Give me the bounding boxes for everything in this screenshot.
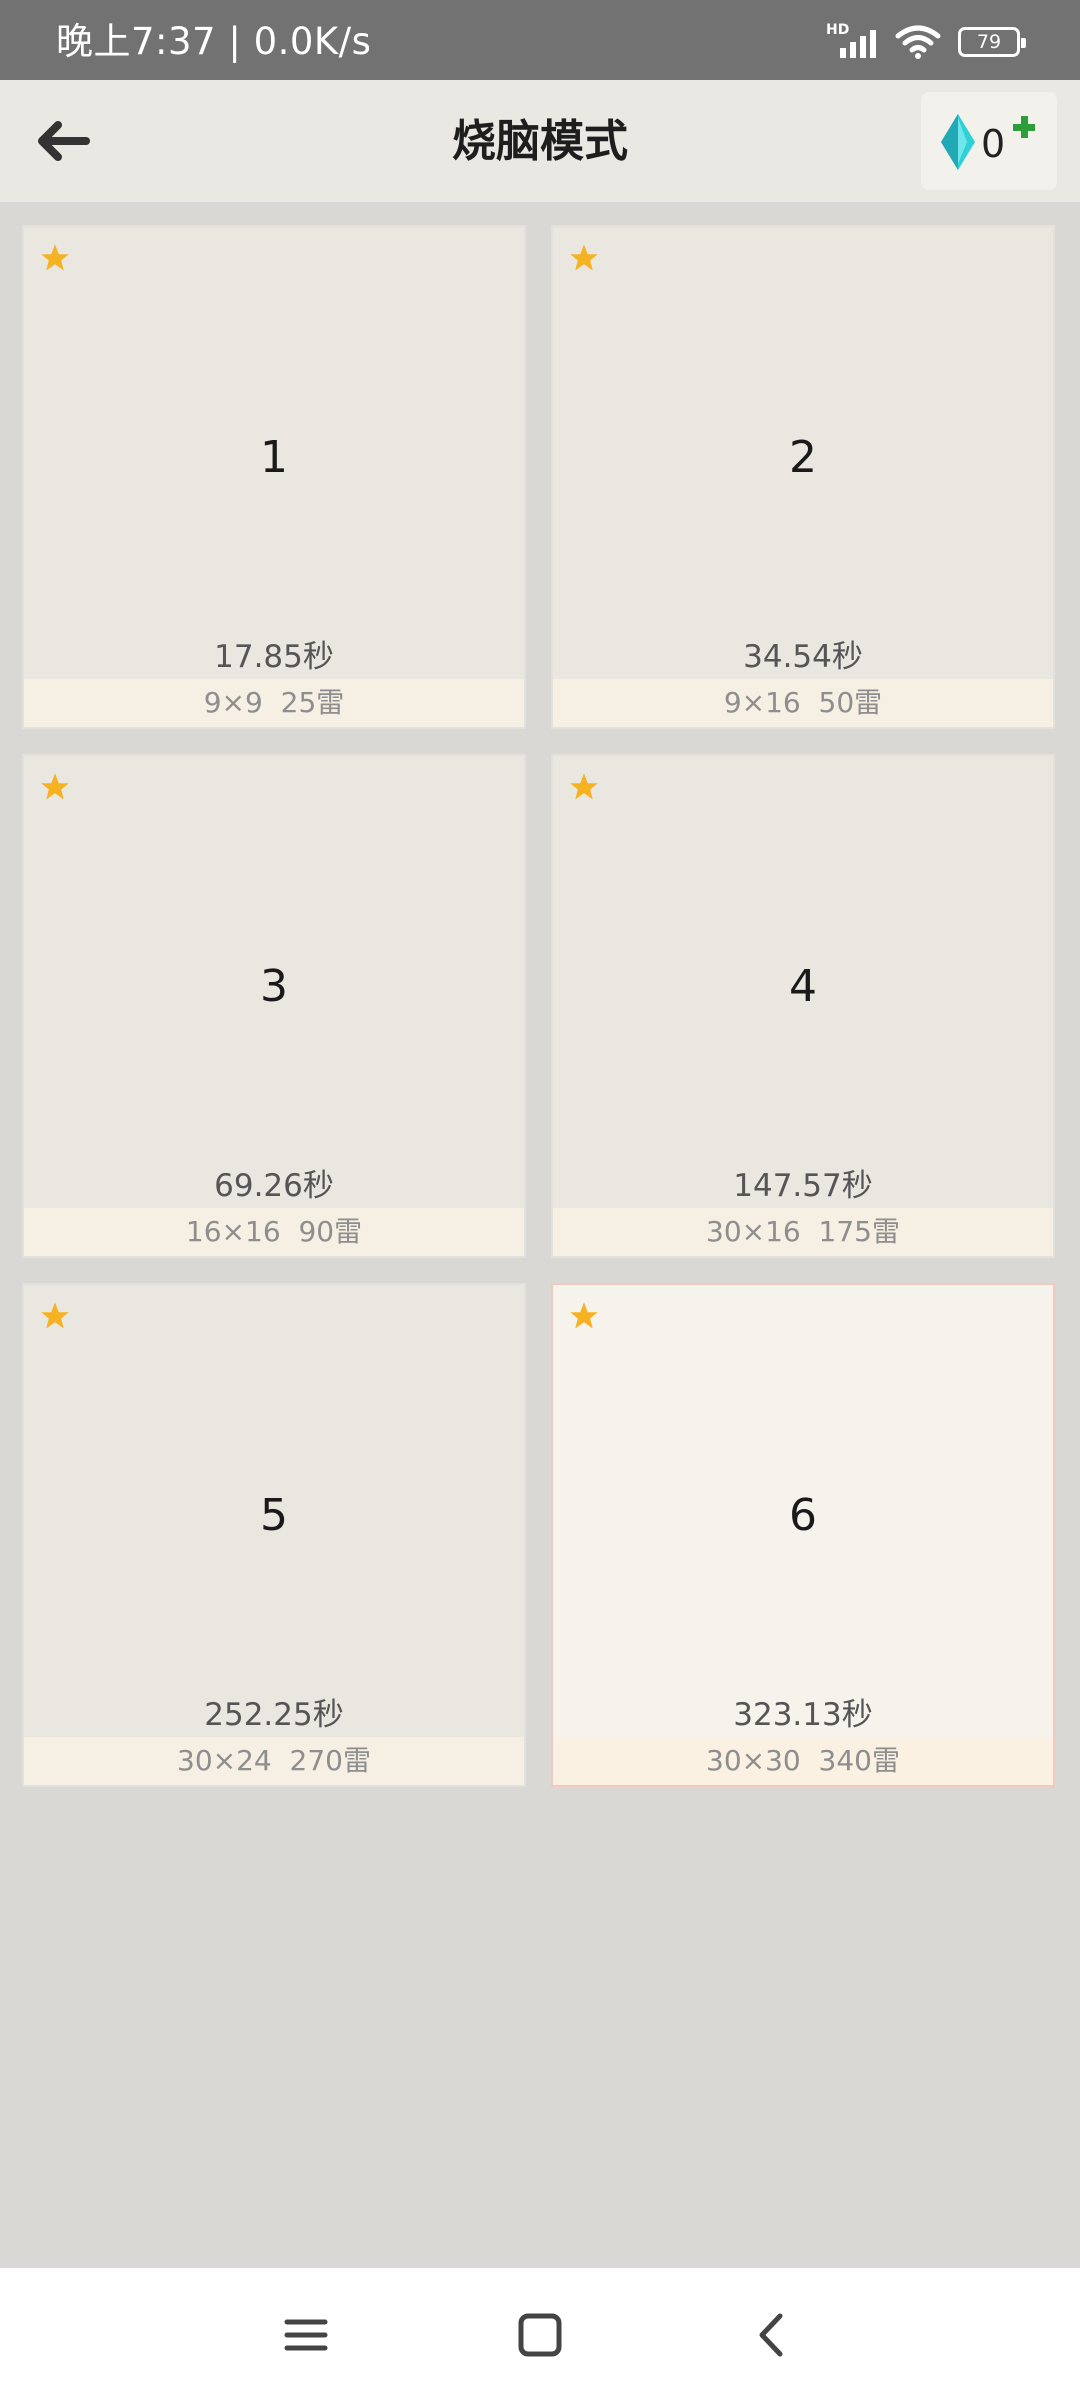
- level-card-3[interactable]: 3 69.26秒 16×16 90雷: [22, 754, 526, 1258]
- level-best-time: 147.57秒: [733, 1168, 873, 1204]
- system-nav-bar: [0, 2268, 1080, 2400]
- level-card-6[interactable]: 6 323.13秒 30×30 340雷: [551, 1283, 1055, 1787]
- star-icon: [570, 244, 598, 271]
- diamond-icon: [941, 114, 975, 170]
- level-meta: 16×16 90雷: [24, 1208, 524, 1256]
- level-number: 3: [260, 961, 288, 1012]
- level-number: 1: [260, 432, 288, 483]
- signal-icon: HD: [826, 22, 878, 62]
- status-icons: HD 79: [826, 22, 1026, 62]
- status-bar: 晚上7:37 | 0.0K/s HD 79: [0, 0, 1080, 80]
- star-icon: [41, 244, 69, 271]
- level-number: 6: [789, 1490, 817, 1541]
- star-icon: [570, 1302, 598, 1329]
- star-icon: [41, 773, 69, 800]
- level-meta: 30×24 270雷: [24, 1737, 524, 1785]
- level-meta: 30×30 340雷: [553, 1737, 1053, 1785]
- level-meta: 9×16 50雷: [553, 679, 1053, 727]
- status-time: 晚上7:37 | 0.0K/s: [56, 20, 372, 63]
- level-meta: 30×16 175雷: [553, 1208, 1053, 1256]
- level-number: 2: [789, 432, 817, 483]
- star-icon: [41, 1302, 69, 1329]
- level-number: 5: [260, 1490, 288, 1541]
- level-best-time: 17.85秒: [214, 639, 334, 675]
- level-card-5[interactable]: 5 252.25秒 30×24 270雷: [22, 1283, 526, 1787]
- battery-icon: 79: [958, 27, 1026, 57]
- level-number: 4: [789, 961, 817, 1012]
- page-title: 烧脑模式: [452, 116, 628, 167]
- battery-level: 79: [976, 31, 1002, 53]
- level-card-1[interactable]: 1 17.85秒 9×9 25雷: [22, 225, 526, 729]
- star-icon: [570, 773, 598, 800]
- level-best-time: 323.13秒: [733, 1697, 873, 1733]
- level-best-time: 69.26秒: [214, 1168, 334, 1204]
- level-card-2[interactable]: 2 34.54秒 9×16 50雷: [551, 225, 1055, 729]
- level-best-time: 252.25秒: [204, 1697, 344, 1733]
- app-bar: 烧脑模式 0: [0, 80, 1080, 202]
- level-meta: 9×9 25雷: [24, 679, 524, 727]
- level-card-4[interactable]: 4 147.57秒 30×16 175雷: [551, 754, 1055, 1258]
- chevron-left-icon[interactable]: [746, 2308, 800, 2362]
- wifi-icon: [895, 25, 941, 59]
- plus-icon[interactable]: [1011, 114, 1037, 140]
- gem-counter[interactable]: 0: [921, 92, 1057, 190]
- square-home-icon[interactable]: [513, 2308, 567, 2362]
- level-best-time: 34.54秒: [743, 639, 863, 675]
- gem-count: 0: [981, 122, 1006, 166]
- menu-icon[interactable]: [279, 2308, 333, 2362]
